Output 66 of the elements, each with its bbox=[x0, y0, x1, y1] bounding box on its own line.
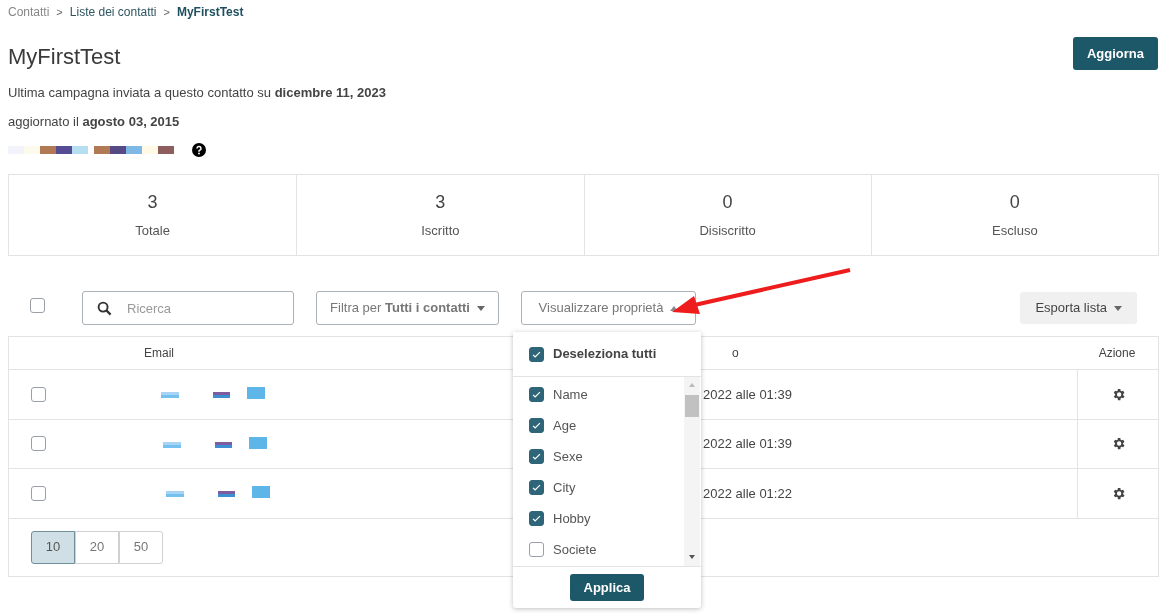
breadcrumb-separator: > bbox=[56, 4, 63, 20]
checkbox[interactable] bbox=[529, 511, 544, 526]
breadcrumb-separator: > bbox=[163, 4, 170, 20]
checkbox[interactable] bbox=[529, 418, 544, 433]
column-header: Azione bbox=[1097, 345, 1137, 362]
checkbox[interactable] bbox=[529, 387, 544, 402]
stat-label: Iscritto bbox=[421, 222, 460, 241]
menu-option[interactable]: Age bbox=[513, 410, 701, 441]
menu-option-label: Deseleziona tutti bbox=[553, 345, 657, 364]
menu-option[interactable]: City bbox=[513, 472, 701, 503]
check-icon bbox=[531, 482, 542, 493]
search-icon bbox=[97, 301, 112, 316]
stat-label: Escluso bbox=[992, 222, 1038, 241]
menu-option-label: Hobby bbox=[553, 509, 591, 528]
stat-label: Totale bbox=[135, 222, 170, 241]
menu-option-label: Age bbox=[553, 416, 577, 435]
caret-icon bbox=[476, 305, 485, 311]
checkbox[interactable] bbox=[529, 346, 544, 362]
table-cell-text: 2022 alle 01:22 bbox=[703, 484, 792, 503]
breadcrumb-link[interactable]: Liste dei contatti bbox=[69, 3, 157, 21]
menu-option[interactable]: Sexe bbox=[513, 441, 701, 472]
filter-dropdown[interactable]: Filtra per Tutti i contatti bbox=[316, 291, 499, 325]
select-all-option[interactable]: Deseleziona tutti bbox=[513, 332, 701, 377]
column-header: Email bbox=[144, 345, 174, 362]
properties-dropdown[interactable]: Visualizzare proprietà bbox=[521, 291, 696, 325]
stat-value: 3 bbox=[435, 191, 446, 215]
page-size-button[interactable]: 50 bbox=[119, 530, 163, 564]
menu-option[interactable]: Name bbox=[513, 379, 701, 410]
info-text: Ultima campagna inviata a questo contatto su dicembre 11, 2023 bbox=[8, 84, 387, 102]
check-icon bbox=[531, 420, 542, 431]
column-header: o bbox=[732, 345, 739, 362]
stat-value: 0 bbox=[1009, 191, 1020, 215]
menu-option[interactable]: Societe bbox=[513, 534, 701, 565]
scrollbar[interactable] bbox=[684, 377, 700, 566]
check-icon bbox=[531, 451, 542, 462]
checkbox[interactable] bbox=[31, 485, 46, 501]
stat-label: Disiscritto bbox=[699, 222, 756, 241]
help-icon[interactable] bbox=[192, 143, 206, 157]
stat-value: 0 bbox=[722, 191, 733, 215]
checkbox[interactable] bbox=[31, 386, 46, 402]
table-cell-text: 2022 alle 01:39 bbox=[703, 385, 792, 404]
page-title: MyFirstTest bbox=[8, 43, 121, 71]
page-size-button[interactable]: 20 bbox=[75, 530, 119, 564]
menu-option[interactable]: Hobby bbox=[513, 503, 701, 534]
checkbox[interactable] bbox=[529, 542, 544, 557]
update-button[interactable]: Aggiorna bbox=[1072, 37, 1158, 70]
export-button[interactable]: Esporta lista bbox=[1020, 292, 1137, 324]
page-size-button[interactable]: 10 bbox=[31, 530, 75, 564]
checkbox[interactable] bbox=[529, 480, 544, 495]
checkbox[interactable] bbox=[30, 298, 45, 313]
menu-option-label: Societe bbox=[553, 540, 597, 559]
caret-icon bbox=[1114, 305, 1122, 311]
breadcrumb-link[interactable]: Contatti bbox=[8, 3, 50, 21]
search-field[interactable]: Ricerca bbox=[82, 291, 294, 325]
check-icon bbox=[531, 513, 542, 524]
menu-option-label: City bbox=[553, 478, 576, 497]
menu-option-label: Sexe bbox=[553, 447, 583, 466]
checkbox[interactable] bbox=[31, 436, 46, 452]
menu-option-label: Name bbox=[553, 385, 588, 404]
info-text: aggiornato il agosto 03, 2015 bbox=[8, 112, 181, 131]
checkbox[interactable] bbox=[529, 449, 544, 464]
apply-button[interactable]: Applica bbox=[570, 574, 644, 601]
breadcrumb-link[interactable]: MyFirstTest bbox=[176, 3, 244, 21]
table-cell-text: 2022 alle 01:39 bbox=[703, 435, 792, 453]
check-icon bbox=[531, 389, 542, 400]
stat-value: 3 bbox=[147, 191, 158, 215]
